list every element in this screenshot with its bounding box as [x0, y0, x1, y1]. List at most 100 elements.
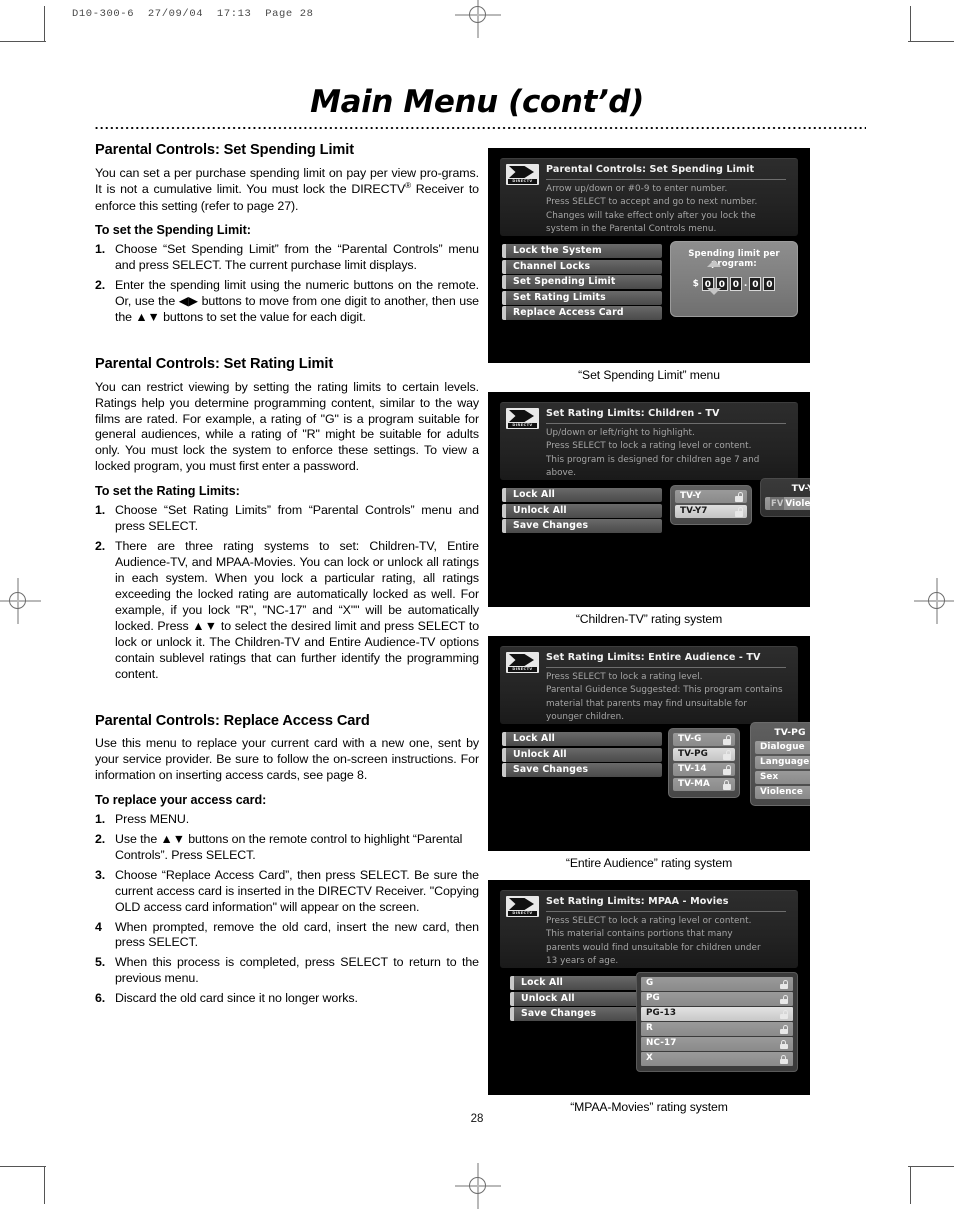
step-number: 6.: [95, 991, 106, 1006]
sublevel-row-fv-violence[interactable]: FVViolence: [765, 497, 810, 510]
rating-row-pg[interactable]: PG: [641, 992, 793, 1006]
menu-item-unlock-all[interactable]: Unlock All: [502, 747, 662, 762]
section-heading: Parental Controls: Set Spending Limit: [95, 142, 355, 158]
osd-instruction-line: Parental Guidence Suggested: This progra…: [546, 685, 783, 696]
menu-item-unlock-all[interactable]: Unlock All: [502, 503, 662, 518]
rating-label: TV-MA: [678, 779, 710, 789]
rating-row-pg-13[interactable]: PG-13: [641, 1007, 793, 1021]
section-intro: Use this menu to replace your current ca…: [95, 736, 479, 782]
menu-item-save-changes[interactable]: Save Changes: [502, 763, 662, 777]
osd-screenshot: DIRECTV Set Rating Limits: Entire Audien…: [488, 636, 810, 851]
lock-closed-icon[interactable]: [779, 1054, 789, 1064]
rating-label: TV-14: [678, 764, 707, 774]
osd-instruction-line: Changes will take effect only after you …: [546, 210, 756, 221]
lock-closed-icon[interactable]: [779, 1039, 789, 1049]
rating-row-r[interactable]: R: [641, 1022, 793, 1036]
lock-open-icon[interactable]: [722, 735, 732, 745]
rating-row-nc-17[interactable]: NC-17: [641, 1037, 793, 1051]
sublevel-row-language[interactable]: Language: [755, 756, 810, 769]
osd-instruction-line: This material contains portions that man…: [546, 929, 733, 940]
osd-header-panel: DIRECTV Set Rating Limits: Children - TV…: [500, 402, 798, 480]
rating-row-x[interactable]: X: [641, 1052, 793, 1066]
menu-item-replace-access-card[interactable]: Replace Access Card: [502, 306, 662, 320]
step-number: 2.: [95, 831, 106, 846]
step-text: Choose “Set Spending Limit” from the “Pa…: [115, 242, 479, 273]
osd-instruction-line: Press SELECT to lock a rating level or c…: [546, 916, 752, 926]
step-number: 2.: [95, 278, 106, 293]
rating-sublevel-panel: TV-Y7 FVViolence: [760, 478, 810, 517]
title-dotted-rule: [94, 125, 866, 131]
registration-mark-left: [0, 578, 41, 624]
sublevel-row-violence[interactable]: Violence: [755, 786, 810, 799]
figure-mpaa-movies: DIRECTV Set Rating Limits: MPAA - Movies…: [488, 880, 810, 1124]
osd-instruction-line: Press SELECT to lock a rating level or c…: [546, 441, 752, 452]
digit-field-4[interactable]: 0: [749, 277, 762, 291]
directv-logo-label: DIRECTV: [508, 667, 537, 672]
menu-item-lock-all[interactable]: Lock All: [502, 732, 662, 746]
registration-mark-top: [455, 0, 501, 38]
osd-menu-list: Lock All Unlock All Save Changes: [502, 488, 662, 535]
lock-open-icon[interactable]: [779, 1024, 789, 1034]
menu-item-save-changes[interactable]: Save Changes: [502, 519, 662, 533]
list-item: 2. Enter the spending limit using the num…: [95, 278, 479, 326]
osd-header-panel: DIRECTV Parental Controls: Set Spending …: [500, 158, 798, 236]
directv-logo-icon: DIRECTV: [506, 164, 539, 185]
sublevel-row-sex[interactable]: Sex: [755, 771, 810, 784]
rating-row-tv-ma[interactable]: TV-MA: [673, 778, 735, 791]
menu-item-channel-locks[interactable]: Channel Locks: [502, 259, 662, 274]
figure-caption: “Entire Audience” rating system: [565, 856, 733, 870]
lock-open-icon[interactable]: [779, 1009, 789, 1019]
sublevel-header: TV-Y7: [791, 483, 810, 494]
step-text: Enter the spending limit using the numer…: [115, 278, 479, 325]
digit-field-5[interactable]: 0: [763, 277, 776, 291]
lock-closed-icon[interactable]: [722, 780, 732, 790]
list-item: 5. When this process is completed, press …: [95, 955, 479, 987]
currency-symbol: $: [692, 279, 699, 289]
rating-label: PG: [646, 993, 660, 1003]
caret-down-icon[interactable]: [707, 288, 721, 295]
rating-row-tv-14[interactable]: TV-14: [673, 763, 735, 776]
osd-instruction-line: Press SELECT to lock a rating level.: [546, 672, 703, 682]
directv-logo-icon: DIRECTV: [506, 408, 539, 429]
step-number: 1.: [95, 242, 106, 257]
crop-mark-bottom-right: [910, 1166, 911, 1204]
crop-mark-right-top: [908, 41, 954, 42]
sublevel-row-dialogue[interactable]: Dialogue: [755, 741, 810, 754]
step-text: Choose “Set Rating Limits” from “Parenta…: [115, 503, 479, 534]
step-text: Press MENU.: [115, 811, 190, 826]
lock-open-icon[interactable]: [734, 507, 744, 517]
menu-item-set-rating-limits[interactable]: Set Rating Limits: [502, 290, 662, 305]
step-number: 4: [95, 919, 102, 934]
menu-item-set-spending-limit[interactable]: Set Spending Limit: [502, 275, 662, 289]
osd-title-rule: [546, 423, 786, 424]
lock-open-icon[interactable]: [722, 750, 732, 760]
rating-row-tv-y7[interactable]: TV-Y7: [675, 505, 747, 518]
left-text-column: Parental Controls: Set Spending Limit Yo…: [95, 142, 479, 1011]
crop-mark-left-bottom: [0, 1166, 46, 1167]
crop-mark-bottom-left: [44, 1166, 45, 1204]
menu-item-lock-all[interactable]: Lock All: [502, 488, 662, 502]
lock-open-icon[interactable]: [734, 492, 744, 502]
lock-open-icon[interactable]: [722, 765, 732, 775]
digit-field-3[interactable]: 0: [729, 277, 742, 291]
rating-row-tv-y[interactable]: TV-Y: [675, 490, 747, 503]
osd-instruction-line: Arrow up/down or #0-9 to enter number.: [546, 184, 728, 194]
rating-sublevel-panel: TV-PG Dialogue Language Sex Violence: [750, 722, 810, 806]
list-item: 4 When prompted, remove the old card, ins…: [95, 920, 479, 952]
rating-row-tv-pg[interactable]: TV-PG: [673, 748, 735, 761]
page-title: Main Menu (cont’d): [310, 84, 644, 120]
menu-item-lock-the-system[interactable]: Lock the System: [502, 244, 662, 258]
rating-level-panel: TV-Y TV-Y7: [670, 485, 752, 525]
lock-open-icon[interactable]: [779, 979, 789, 989]
caret-up-icon[interactable]: [707, 260, 721, 267]
osd-title: Set Rating Limits: MPAA - Movies: [546, 896, 729, 907]
rating-row-tv-g[interactable]: TV-G: [673, 733, 735, 746]
section-heading: Parental Controls: Replace Access Card: [95, 712, 370, 729]
list-item: 2. There are three rating systems to set:…: [95, 539, 479, 682]
rating-label: TV-G: [678, 734, 702, 744]
lock-open-icon[interactable]: [779, 994, 789, 1004]
rating-label: X: [646, 1053, 653, 1063]
rating-row-g[interactable]: G: [641, 977, 793, 991]
step-list: 1. Press MENU. 2. Use the ▲▼ buttons on th…: [95, 812, 479, 1007]
osd-screenshot: DIRECTV Set Rating Limits: Children - TV…: [488, 392, 810, 607]
